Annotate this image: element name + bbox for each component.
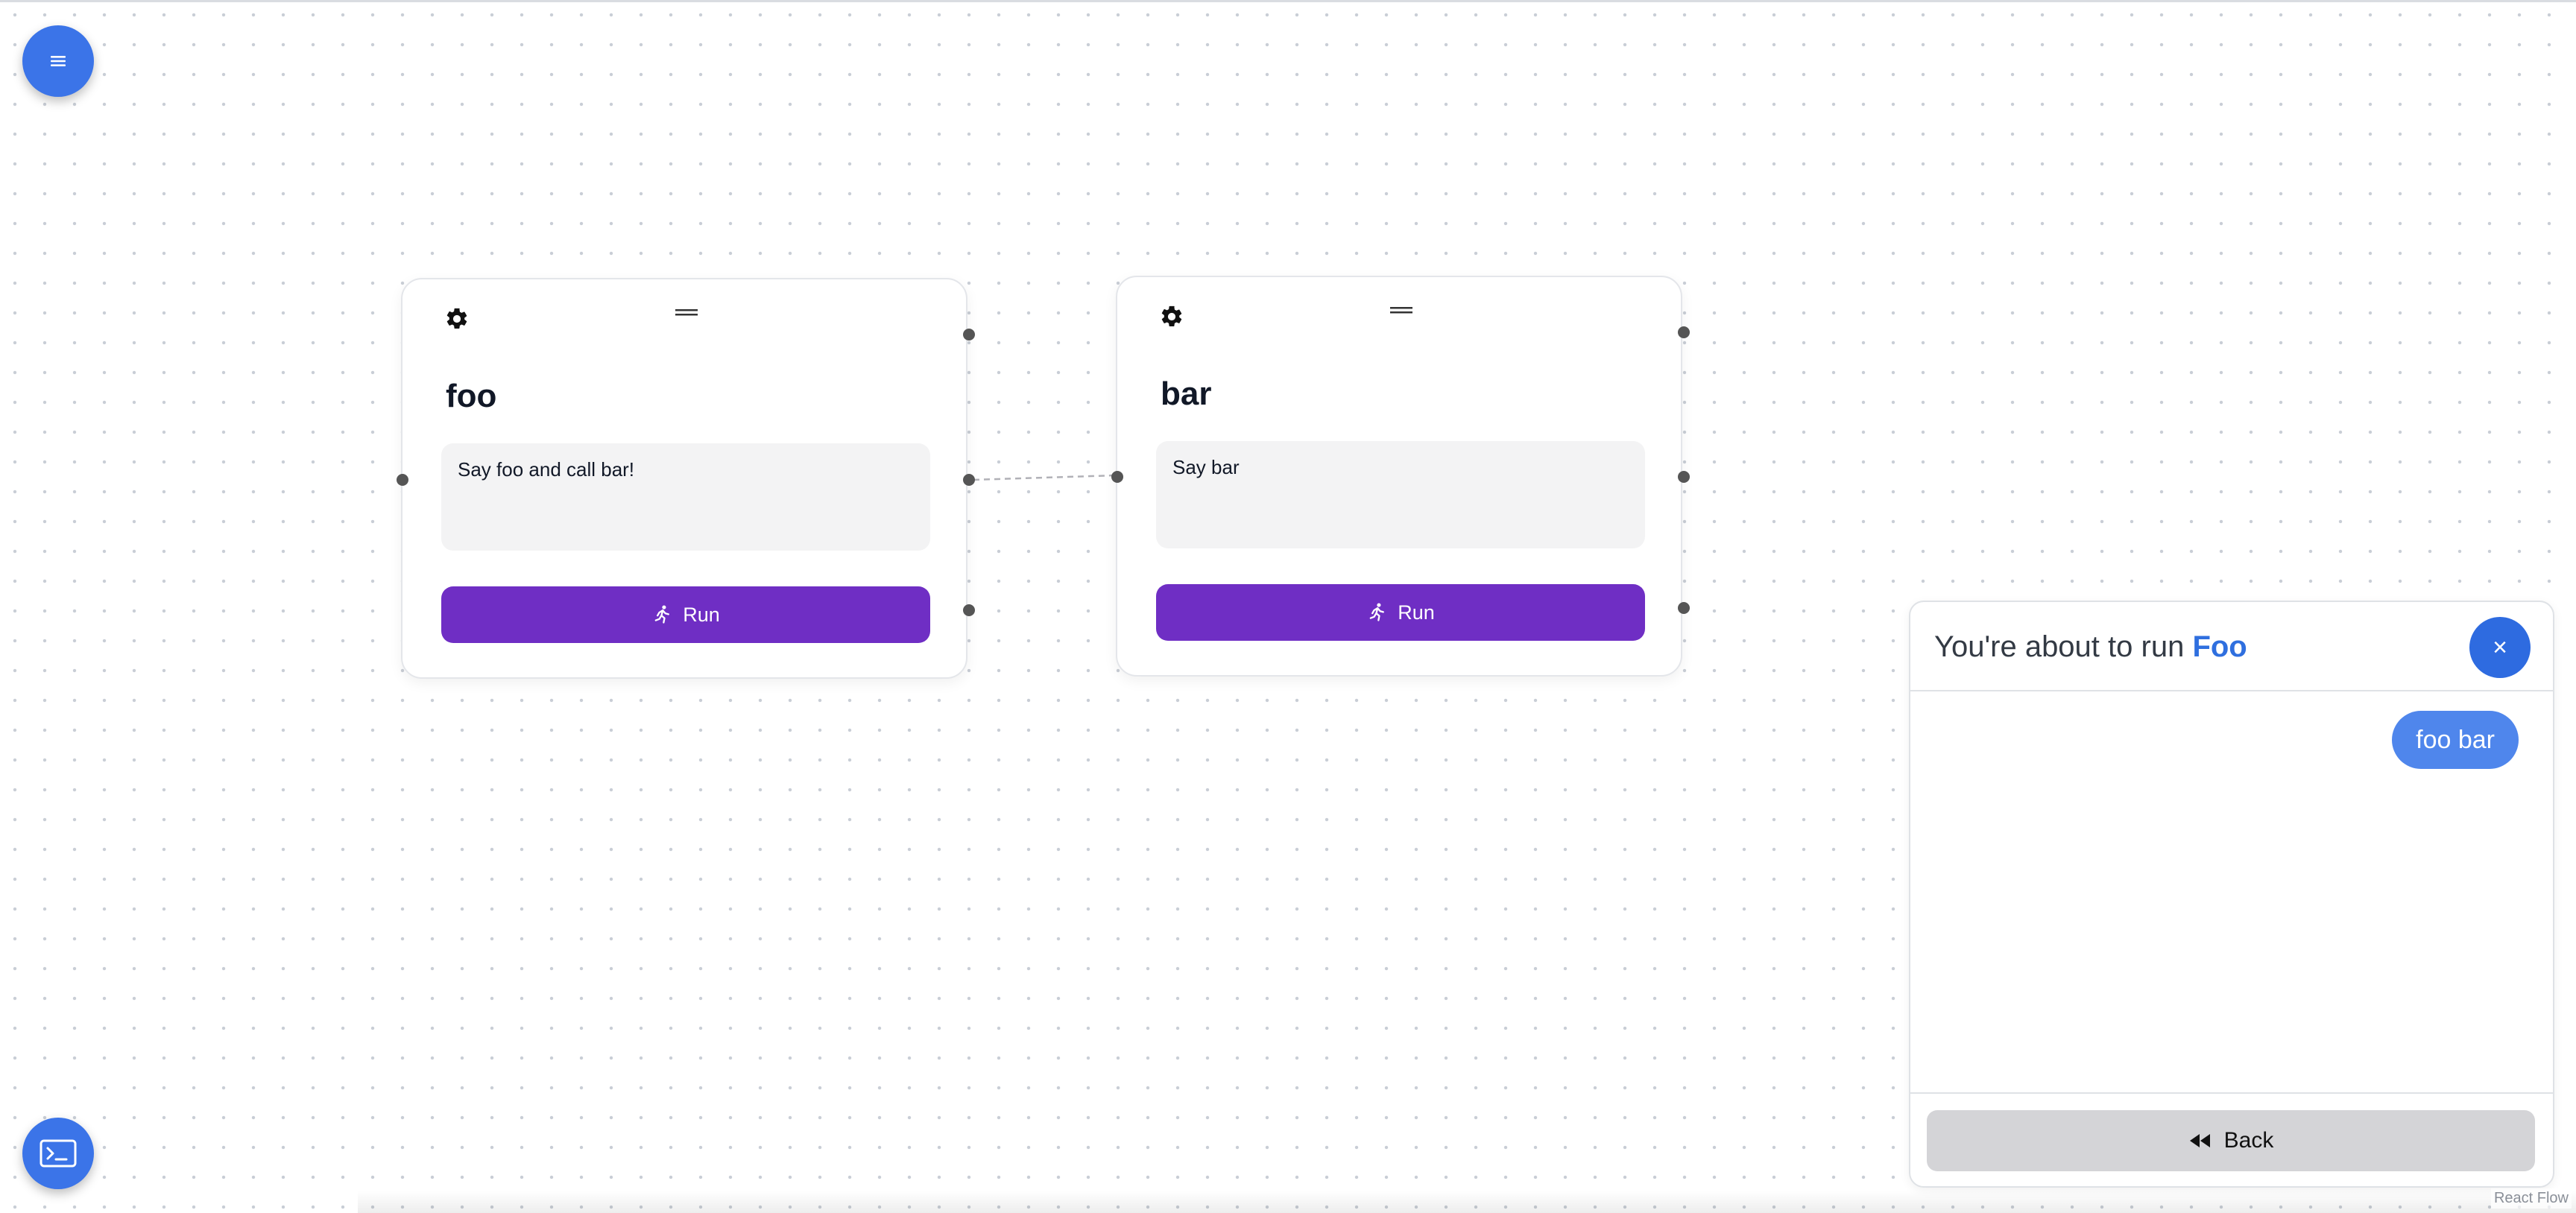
run-button[interactable]: Run bbox=[1156, 584, 1645, 641]
message-bubble: foo bar bbox=[2392, 711, 2519, 769]
foo-handle-right-bottom[interactable] bbox=[963, 604, 975, 616]
bar-handle-left[interactable] bbox=[1111, 471, 1123, 483]
run-panel-title: You're about to run Foo bbox=[1934, 630, 2247, 664]
running-person-icon bbox=[654, 605, 670, 624]
bar-handle-right-bottom[interactable] bbox=[1678, 602, 1690, 614]
gear-icon[interactable] bbox=[444, 306, 470, 332]
run-button-label: Run bbox=[683, 603, 720, 626]
drag-handle-icon[interactable] bbox=[675, 308, 698, 318]
run-panel-target: Foo bbox=[2192, 630, 2247, 663]
node-prompt-input[interactable]: Say foo and call bar! bbox=[441, 443, 930, 551]
rewind-icon bbox=[2189, 1134, 2210, 1147]
run-panel-footer: Back bbox=[1910, 1092, 2553, 1186]
terminal-icon bbox=[40, 1139, 77, 1168]
foo-handle-right-middle[interactable] bbox=[963, 474, 975, 486]
bottom-shade bbox=[358, 1191, 2576, 1213]
bar-handle-right-top[interactable] bbox=[1678, 326, 1690, 338]
run-panel: You're about to run Foo × foo bar Back bbox=[1909, 601, 2554, 1188]
running-person-icon bbox=[1369, 603, 1385, 621]
foo-handle-right-top[interactable] bbox=[963, 329, 975, 341]
terminal-button[interactable] bbox=[22, 1118, 94, 1189]
run-button-label: Run bbox=[1398, 601, 1435, 624]
drag-handle-icon[interactable] bbox=[1390, 305, 1412, 316]
run-panel-title-prefix: You're about to run bbox=[1934, 630, 2193, 663]
node-bar[interactable]: bar Say bar Run bbox=[1116, 276, 1682, 677]
back-button[interactable]: Back bbox=[1927, 1110, 2535, 1171]
gear-icon[interactable] bbox=[1159, 304, 1184, 329]
node-prompt-input[interactable]: Say bar bbox=[1156, 441, 1645, 548]
run-button[interactable]: Run bbox=[441, 586, 930, 643]
bar-handle-right-middle[interactable] bbox=[1678, 471, 1690, 483]
react-flow-attribution[interactable]: React Flow bbox=[2490, 1188, 2572, 1209]
run-panel-header: You're about to run Foo × bbox=[1910, 602, 2553, 691]
node-foo[interactable]: foo Say foo and call bar! Run bbox=[401, 278, 967, 679]
node-title: foo bbox=[446, 378, 497, 414]
foo-handle-left[interactable] bbox=[397, 474, 408, 486]
node-title: bar bbox=[1161, 376, 1212, 412]
close-button[interactable]: × bbox=[2469, 617, 2531, 678]
close-icon: × bbox=[2493, 633, 2507, 662]
back-button-label: Back bbox=[2223, 1128, 2274, 1153]
